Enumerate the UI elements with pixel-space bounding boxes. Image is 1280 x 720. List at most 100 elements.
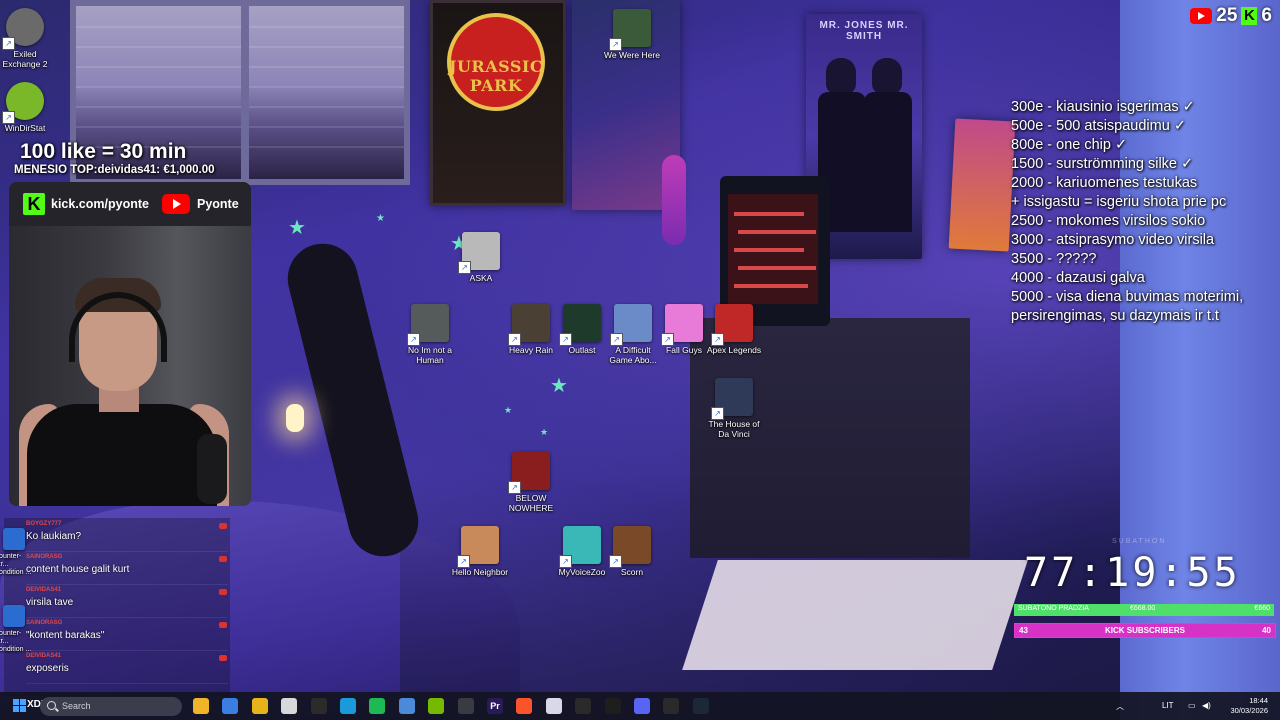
- obs-icon[interactable]: [457, 698, 474, 714]
- desktop-icon-heavy-rain[interactable]: ↗ Heavy Rain: [502, 304, 560, 355]
- desktop-icon-counter-strike[interactable]: Counter-Str... Condition ...: [0, 605, 34, 654]
- desktop-icon-aska[interactable]: ↗ ASKA: [452, 232, 510, 283]
- brave-icon[interactable]: [516, 698, 533, 714]
- kick-url: kick.com/pyonte: [51, 197, 149, 211]
- subathon-timer: 77:19:55: [1024, 550, 1241, 596]
- timer-caption: SUBATHON: [1112, 538, 1167, 545]
- taskbar-search[interactable]: Search: [40, 697, 182, 716]
- edge-icon[interactable]: [340, 698, 356, 714]
- desktop-icon-windirstat[interactable]: ↗ WinDirStat: [0, 82, 54, 133]
- viewer-counter: 25 K 6: [1190, 4, 1272, 28]
- goal-item: 800e - one chip ✓: [1011, 137, 1128, 153]
- taskbar-clock[interactable]: 18:44 30/03/2026: [1230, 696, 1268, 716]
- webcam-socials-bar: K kick.com/pyonte Pyonte: [9, 182, 251, 226]
- below-nowhere-icon: ↗: [508, 452, 550, 494]
- language-indicator[interactable]: LIT: [1162, 701, 1174, 710]
- chatgpt-icon[interactable]: [663, 698, 680, 714]
- goal-item: 500e - 500 atsispaudimu ✓: [1011, 118, 1186, 134]
- lava-lamp: [662, 155, 686, 245]
- kick-subscribers-bar: 43 KICK SUBSCRIBERS 40: [1014, 623, 1276, 638]
- kick-logo-icon: K: [23, 193, 45, 215]
- badge-icon: [219, 655, 227, 661]
- volume-icon[interactable]: ◀): [1202, 701, 1211, 710]
- subathon-bar-label: SUBATONO PRADZIA: [1018, 605, 1089, 612]
- nvidia-icon[interactable]: [428, 698, 445, 714]
- desktop-icon-label: We Were Here: [604, 50, 660, 60]
- terminal-icon[interactable]: [604, 698, 621, 714]
- webcam-frame: K kick.com/pyonte Pyonte: [9, 182, 251, 506]
- scorn-icon: ↗: [609, 526, 651, 568]
- badge-icon: [219, 523, 227, 529]
- star-sticker-icon: ★: [540, 427, 549, 437]
- goal-item: 2500 - mokomes virsilos sokio: [1011, 213, 1206, 229]
- desktop-icon-below-nowhere[interactable]: ↗ BELOW NOWHERE: [502, 452, 560, 513]
- clock-date: 30/03/2026: [1230, 706, 1268, 715]
- chevron-up-icon[interactable]: ︿: [1116, 701, 1124, 712]
- chat-overlay: BOYGZY777 Ko laukiam? SAINORASG content …: [4, 518, 230, 696]
- youtube-channel-name: Pyonte: [197, 197, 239, 211]
- badge-icon: [219, 622, 227, 628]
- chat-text: "kontent barakas": [26, 630, 105, 641]
- house-of-da-vinci-icon: ↗: [711, 378, 753, 420]
- chat-message: SAINORASG "kontent barakas": [4, 620, 230, 652]
- desktop-icon-a-difficult-game[interactable]: ↗ A Difficult Game Abo...: [604, 304, 662, 365]
- spotify-icon[interactable]: [369, 698, 386, 714]
- desktop-icon-exiled-exchange[interactable]: ↗ Exiled Exchange 2: [0, 8, 54, 69]
- kick-subscribers-current: 43: [1019, 626, 1028, 635]
- desktop-icon-scorn[interactable]: ↗ Scorn: [603, 526, 661, 577]
- star-sticker-icon: ★: [376, 213, 385, 224]
- desktop-icon-house-of-da-vinci[interactable]: ↗ The House of Da Vinci: [705, 378, 763, 439]
- outlast-icon: ↗: [559, 304, 601, 346]
- subathon-progress-bar: SUBATONO PRADZIA €668.00 €660: [1014, 604, 1274, 616]
- chat-message: BOYGZY777 Ko laukiam?: [4, 521, 230, 553]
- desktop-icon-counter-strike[interactable]: Counter-Str... Condition ...: [0, 528, 34, 577]
- desktop-icon-label: ASKA: [469, 273, 493, 283]
- steam-icon[interactable]: [692, 698, 709, 714]
- goal-item: 2000 - kariuomenes testukas: [1011, 175, 1198, 191]
- photos-icon[interactable]: [398, 698, 415, 714]
- chat-message: DEIVIDAS41 exposeris: [4, 653, 230, 685]
- notepad-icon[interactable]: [281, 698, 298, 714]
- kick-subscribers-label: KICK SUBSCRIBERS: [1105, 626, 1186, 635]
- desktop-icon-no-im-not-a-human[interactable]: ↗ No Im not a Human: [401, 304, 459, 365]
- subathon-bar-goal: €660: [1254, 605, 1270, 612]
- aska-icon: ↗: [458, 232, 500, 274]
- goal-item: persirengimas, su dazymais ir t.t: [1011, 308, 1219, 324]
- desktop-icon-we-were-here[interactable]: ↗ We Were Here: [603, 9, 661, 60]
- store-icon[interactable]: [222, 698, 239, 714]
- chat-message: DEIVIDAS41 virsila tave: [4, 587, 230, 619]
- chat-text: Ko laukiam?: [26, 531, 82, 542]
- network-icon[interactable]: ▭: [1188, 701, 1196, 710]
- subathon-bar-amount: €668.00: [1130, 605, 1156, 612]
- inkscape-icon[interactable]: [310, 698, 327, 714]
- jurassic-park-poster: JURASSIC PARK: [430, 0, 566, 206]
- donation-goals-list: 300e - kiausinio isgerimas ✓ 500e - 500 …: [1011, 98, 1277, 326]
- clock-time: 18:44: [1249, 696, 1268, 705]
- desktop-icon-label: Counter-Str... Condition ...: [0, 630, 32, 653]
- star-sticker-icon: ★: [504, 405, 513, 415]
- discord-icon[interactable]: [634, 698, 650, 714]
- premiere-icon[interactable]: Pr: [487, 698, 503, 714]
- kick-icon: K: [1241, 7, 1258, 25]
- chat-text: content house galit kurt: [26, 564, 130, 575]
- file-explorer-icon[interactable]: [193, 698, 209, 714]
- notes-icon[interactable]: [545, 698, 562, 714]
- counter-strike-icon: [3, 528, 25, 550]
- desktop-icon-label: Exiled Exchange 2: [2, 49, 48, 69]
- start-button[interactable]: [13, 699, 27, 713]
- chrome-icon[interactable]: [251, 698, 268, 714]
- desktop-icon-label: A Difficult Game Abo...: [609, 345, 657, 365]
- desktop-icon-apex-legends[interactable]: ↗ Apex Legends: [705, 304, 763, 355]
- goal-item: 3000 - atsiprasymo video virsila: [1011, 232, 1215, 248]
- microphone-icon: [197, 434, 227, 504]
- capcut-icon[interactable]: [575, 698, 592, 714]
- desktop-icon-hello-neighbor[interactable]: ↗ Hello Neighbor: [451, 526, 509, 577]
- mib-title: MR. JONES MR. SMITH: [819, 20, 909, 42]
- desktop-icon-outlast[interactable]: ↗ Outlast: [553, 304, 611, 355]
- desktop-icon-label: The House of Da Vinci: [708, 419, 760, 439]
- desktop-icon-label: BELOW NOWHERE: [508, 493, 554, 513]
- fall-guys-icon: ↗: [661, 304, 703, 346]
- desktop-icon-label: Scorn: [620, 567, 644, 577]
- goal-item: 3500 - ?????: [1011, 251, 1097, 267]
- badge-icon: [219, 556, 227, 562]
